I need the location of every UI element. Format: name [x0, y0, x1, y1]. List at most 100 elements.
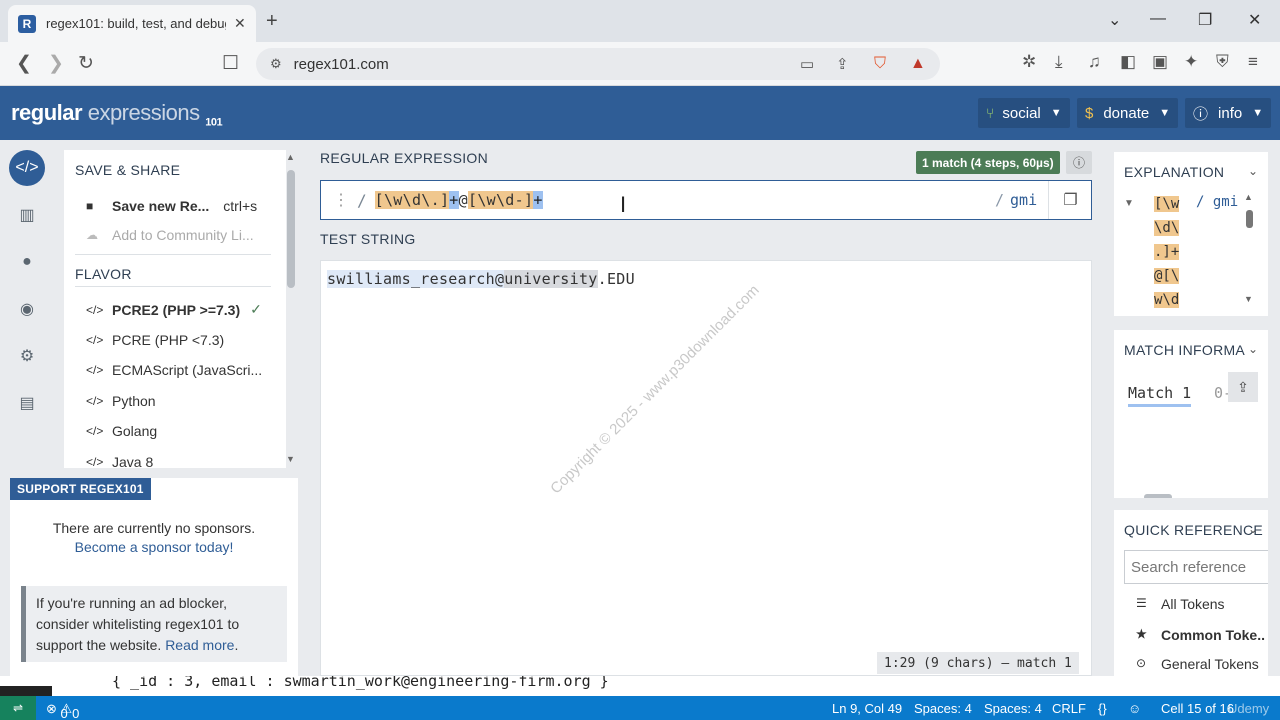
- forward-icon[interactable]: ❯: [48, 52, 64, 75]
- left-panel-scrollbar[interactable]: ▲ ▼: [286, 150, 296, 468]
- code-editor-icon[interactable]: </>: [9, 150, 45, 186]
- close-tab-icon[interactable]: ✕: [234, 15, 246, 32]
- add-to-community-button[interactable]: ☁ Add to Community Li...: [86, 227, 254, 243]
- info-button[interactable]: ⓘ info ▼: [1185, 98, 1272, 128]
- add-community-label: Add to Community Li...: [112, 227, 254, 243]
- copy-icon[interactable]: ❐: [1048, 181, 1092, 219]
- leo-ai-icon[interactable]: ✦: [1184, 52, 1198, 72]
- expl-token: @[\: [1154, 268, 1180, 284]
- ref-item-all-tokens[interactable]: ☰ All Tokens: [1136, 596, 1225, 612]
- quiz-icon[interactable]: ◉: [9, 291, 45, 327]
- indent-setting-2[interactable]: Spaces: 4: [984, 701, 1042, 716]
- ref-item-general-tokens[interactable]: ⊙ General Tokens: [1136, 656, 1259, 672]
- tree-expand-icon[interactable]: ▼: [1124, 198, 1134, 209]
- logo-light: expressions: [82, 100, 200, 125]
- scrollbar-thumb[interactable]: [1246, 210, 1253, 228]
- close-window-icon[interactable]: ✕: [1248, 10, 1261, 30]
- settings-icon[interactable]: ⚙: [9, 338, 45, 374]
- scrollbar-thumb[interactable]: [1144, 494, 1172, 498]
- regex-flags[interactable]: / gmi: [995, 191, 1037, 209]
- info-icon: ⓘ: [1193, 105, 1209, 123]
- flavor-item-pcre2[interactable]: </> PCRE2 (PHP >=7.3) ✓: [86, 301, 262, 318]
- flavor-item-java[interactable]: </> Java 8: [86, 454, 153, 468]
- vpn-icon[interactable]: ⛨: [1216, 52, 1229, 72]
- flavor-item-ecmascript[interactable]: </> ECMAScript (JavaScri...: [86, 362, 262, 378]
- save-icon: ■: [86, 199, 94, 213]
- minimize-icon[interactable]: —: [1150, 10, 1166, 28]
- scroll-up-icon[interactable]: ▲: [286, 152, 295, 162]
- brave-rewards-icon[interactable]: ▲: [910, 55, 926, 73]
- errors-indicator[interactable]: ⊗ 0 ⚠ 0: [46, 701, 79, 720]
- cloud-upload-icon: ☁: [86, 228, 98, 242]
- divider: [75, 254, 271, 255]
- match-information-panel: MATCH INFORMA ⌄ Match 1 0-29 ⇪: [1114, 330, 1268, 498]
- tab-list-chevron-icon[interactable]: ⌄: [1108, 10, 1121, 30]
- collapse-chevron-icon[interactable]: ⌄: [1248, 522, 1258, 536]
- code-icon: </>: [86, 333, 104, 347]
- collapse-chevron-icon[interactable]: ⌄: [1248, 342, 1258, 356]
- flavor-item-pcre[interactable]: </> PCRE (PHP <7.3): [86, 332, 224, 348]
- ref-label: Common Toke..: [1161, 627, 1265, 643]
- browser-tab[interactable]: R regex101: build, test, and debug ✕: [8, 5, 256, 42]
- language-braces[interactable]: {}: [1098, 701, 1107, 716]
- ref-label: All Tokens: [1161, 596, 1225, 612]
- cast-icon[interactable]: ▭: [800, 55, 814, 73]
- back-icon[interactable]: ❮: [16, 52, 32, 75]
- regex-input[interactable]: ⋮ / [\w\d\.] + @ [\w\d-] + / gmi ❐: [320, 180, 1092, 220]
- menu-icon[interactable]: ≡: [1248, 52, 1258, 72]
- site-settings-icon[interactable]: ⚙: [270, 56, 282, 72]
- become-sponsor-link[interactable]: Become a sponsor today!: [10, 539, 298, 555]
- share-icon[interactable]: ⇪: [836, 55, 849, 73]
- read-more-link[interactable]: Read more: [165, 637, 234, 653]
- social-button[interactable]: ⑂ social ▼: [978, 98, 1070, 128]
- test-string-editor[interactable]: swilliams_research@university.EDU Copyri…: [320, 260, 1092, 676]
- scrollbar-thumb[interactable]: [287, 170, 295, 288]
- ref-item-common-tokens[interactable]: ★ Common Toke..: [1136, 627, 1265, 643]
- download-icon[interactable]: ⤓: [1055, 52, 1063, 72]
- match-label: Match 1: [1128, 384, 1192, 407]
- scroll-down-icon[interactable]: ▼: [286, 454, 295, 464]
- code-line-text: { _id : 3, email : swmartin_work@enginee…: [112, 676, 609, 690]
- regex-pattern[interactable]: [\w\d\.] + @ [\w\d-] +: [374, 191, 543, 209]
- cell-indicator[interactable]: Cell 15 of 16: [1161, 701, 1234, 716]
- copilot-icon[interactable]: ☺: [1128, 701, 1141, 716]
- unmatched-text: .EDU: [597, 270, 635, 288]
- account-icon[interactable]: ●: [9, 244, 45, 280]
- remote-icon[interactable]: ⇌: [0, 696, 36, 720]
- cursor-position[interactable]: Ln 9, Col 49: [832, 701, 902, 716]
- flavor-item-golang[interactable]: </> Golang: [86, 423, 157, 439]
- reload-icon[interactable]: ↻: [78, 52, 94, 75]
- indent-setting[interactable]: Spaces: 4: [914, 701, 972, 716]
- music-icon[interactable]: ♫: [1088, 52, 1101, 72]
- export-icon[interactable]: ⇪: [1228, 372, 1258, 402]
- scroll-down-icon[interactable]: ▼: [1244, 294, 1253, 304]
- brave-shield-icon[interactable]: ⛉: [874, 55, 886, 73]
- maximize-icon[interactable]: ❐: [1198, 10, 1212, 30]
- no-sponsors-text: There are currently no sponsors.: [52, 520, 256, 536]
- chat-icon[interactable]: ▤: [9, 385, 45, 421]
- eol-setting[interactable]: CRLF: [1052, 701, 1086, 716]
- stack-icon: ☰: [1136, 596, 1147, 610]
- donate-button[interactable]: $ donate ▼: [1077, 98, 1179, 128]
- period: .: [234, 637, 239, 653]
- match-status: 1:29 (9 chars) — match 1: [877, 652, 1079, 674]
- logo[interactable]: regular expressions 101: [11, 100, 223, 128]
- flavor-item-python[interactable]: </> Python: [86, 393, 156, 409]
- test-string-text[interactable]: swilliams_research@university.EDU: [327, 270, 635, 288]
- scroll-up-icon[interactable]: ▲: [1244, 192, 1253, 202]
- wallet-icon[interactable]: ▣: [1152, 52, 1168, 72]
- url-field[interactable]: ⚙ regex101.com ▭ ⇪ ⛉ ▲: [256, 48, 940, 80]
- save-new-regex-button[interactable]: ■ Save new Re... ctrl+s: [86, 198, 257, 214]
- search-reference-input[interactable]: Search reference: [1124, 550, 1268, 584]
- new-tab-icon[interactable]: +: [266, 10, 278, 33]
- collapse-chevron-icon[interactable]: ⌄: [1248, 164, 1258, 178]
- sidebar-icon[interactable]: ◧: [1120, 52, 1136, 72]
- star-icon: ★: [1136, 627, 1147, 641]
- regex-info-icon[interactable]: ⓘ: [1066, 151, 1092, 174]
- bookmark-icon[interactable]: ☐: [222, 52, 239, 75]
- social-label: social: [1002, 104, 1041, 122]
- library-icon[interactable]: ▥: [9, 197, 45, 233]
- drag-handle-icon[interactable]: ⋮: [333, 190, 349, 210]
- explanation-scrollbar[interactable]: ▲ ▼: [1244, 192, 1256, 306]
- extensions-icon[interactable]: ✲: [1022, 52, 1036, 72]
